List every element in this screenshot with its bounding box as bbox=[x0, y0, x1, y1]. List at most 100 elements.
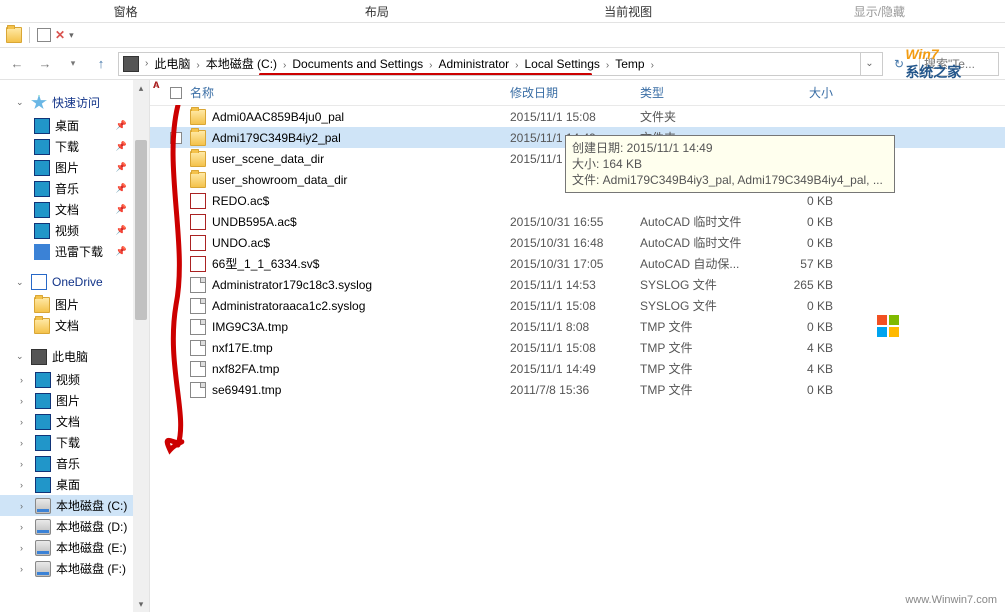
up-button[interactable]: ↑ bbox=[90, 53, 112, 75]
history-dropdown-icon[interactable]: ▾ bbox=[62, 53, 84, 75]
back-button[interactable]: ← bbox=[6, 53, 28, 75]
sidebar-item[interactable]: ›本地磁盘 (C:) bbox=[0, 495, 149, 516]
sidebar-item-label: 图片 bbox=[56, 392, 80, 409]
sidebar-item[interactable]: ›音乐 bbox=[0, 453, 149, 474]
chevron-right-icon[interactable]: › bbox=[141, 58, 152, 69]
app-folder-icon[interactable] bbox=[6, 27, 22, 43]
sidebar-item[interactable]: › 本地磁盘 (D:) bbox=[0, 516, 149, 537]
pc-icon bbox=[123, 56, 139, 72]
sidebar-item-label: 文档 bbox=[56, 413, 80, 430]
file-name: Administrator179c18c3.syslog bbox=[212, 278, 372, 292]
breadcrumb-item[interactable]: 此电脑 bbox=[152, 57, 192, 71]
sidebar-item[interactable]: 桌面📌 bbox=[0, 115, 149, 136]
sidebar-item-label: 下载 bbox=[56, 434, 80, 451]
close-icon[interactable]: ✕ bbox=[55, 28, 65, 42]
sidebar-item[interactable]: ›桌面 bbox=[0, 474, 149, 495]
file-size: 0 KB bbox=[765, 383, 845, 397]
chevron-right-icon[interactable]: › bbox=[20, 480, 30, 490]
chevron-right-icon[interactable]: › bbox=[20, 564, 30, 574]
sidebar-item[interactable]: 图片📌 bbox=[0, 157, 149, 178]
sidebar-scrollbar[interactable]: ▴ ▾ bbox=[133, 80, 149, 612]
breadcrumb-item[interactable]: 本地磁盘 (C:) bbox=[204, 57, 279, 71]
file-date: 2015/10/31 16:48 bbox=[510, 236, 640, 250]
chevron-right-icon[interactable]: › bbox=[20, 417, 30, 427]
file-type: TMP 文件 bbox=[640, 339, 765, 356]
sidebar-item[interactable]: 文档 bbox=[0, 315, 149, 336]
breadcrumb-item[interactable]: Temp bbox=[613, 57, 646, 71]
sidebar-item-label: 文档 bbox=[55, 201, 79, 218]
sidebar-quick-access-label: 快速访问 bbox=[52, 94, 100, 111]
column-header-date[interactable]: 修改日期 bbox=[510, 84, 640, 101]
chevron-right-icon[interactable]: › bbox=[20, 375, 30, 385]
file-date: 2011/7/8 15:36 bbox=[510, 383, 640, 397]
sidebar-item[interactable]: › 图片 bbox=[0, 390, 149, 411]
sidebar-item[interactable]: 迅雷下载📌 bbox=[0, 241, 149, 262]
column-header-type[interactable]: 类型 bbox=[640, 84, 765, 101]
file-name: user_showroom_data_dir bbox=[212, 173, 347, 187]
file-name: Administratoraaca1c2.syslog bbox=[212, 299, 365, 313]
scroll-down-icon[interactable]: ▾ bbox=[133, 596, 149, 612]
sidebar-item[interactable]: ›本地磁盘 (F:) bbox=[0, 558, 149, 579]
tab-panes[interactable]: 窗格 bbox=[0, 3, 251, 20]
tab-current-view[interactable]: 当前视图 bbox=[503, 3, 754, 20]
chevron-right-icon[interactable]: › bbox=[511, 60, 522, 71]
file-date: 2015/10/31 16:55 bbox=[510, 215, 640, 229]
sidebar-item[interactable]: 图片 bbox=[0, 294, 149, 315]
folder-icon bbox=[190, 151, 206, 167]
sidebar-item[interactable]: › 下载 bbox=[0, 432, 149, 453]
scrollbar-thumb[interactable] bbox=[135, 140, 147, 320]
sidebar-item[interactable]: 视频📌 bbox=[0, 220, 149, 241]
watermark: Win7系统之家 www.Winwin7.com bbox=[875, 46, 997, 606]
breadcrumb-item[interactable]: Administrator bbox=[436, 57, 511, 71]
sidebar-item-label: 本地磁盘 (E:) bbox=[56, 539, 127, 556]
sidebar-this-pc[interactable]: ⌄ 此电脑 bbox=[0, 344, 149, 369]
column-header-name[interactable]: 名称 bbox=[190, 84, 510, 101]
forward-button[interactable]: → bbox=[34, 53, 56, 75]
breadcrumb-item[interactable]: Local Settings bbox=[523, 57, 602, 71]
chevron-right-icon[interactable]: › bbox=[279, 60, 290, 71]
row-checkbox[interactable] bbox=[170, 132, 182, 144]
chevron-right-icon[interactable]: › bbox=[20, 438, 30, 448]
qat-button-1[interactable] bbox=[37, 28, 51, 42]
chevron-right-icon[interactable]: › bbox=[425, 60, 436, 71]
chevron-down-icon[interactable]: ⌄ bbox=[16, 97, 26, 108]
tab-layout[interactable]: 布局 bbox=[251, 3, 502, 20]
chevron-down-icon[interactable]: ⌄ bbox=[16, 277, 26, 288]
sidebar-item[interactable]: ›视频 bbox=[0, 369, 149, 390]
acad-icon bbox=[190, 256, 206, 272]
sidebar-item-label: 本地磁盘 (D:) bbox=[56, 518, 127, 535]
select-all-checkbox[interactable] bbox=[170, 87, 182, 99]
file-date: 2015/11/1 15:08 bbox=[510, 299, 640, 313]
sidebar-onedrive[interactable]: ⌄ OneDrive bbox=[0, 270, 149, 294]
file-name: user_scene_data_dir bbox=[212, 152, 324, 166]
pin-icon: 📌 bbox=[116, 204, 127, 215]
sidebar-item[interactable]: › 本地磁盘 (E:) bbox=[0, 537, 149, 558]
tab-show-hide[interactable]: 显示/隐藏 bbox=[754, 3, 1005, 20]
sidebar-item[interactable]: 下载📌 bbox=[0, 136, 149, 157]
sidebar-item-label: 桌面 bbox=[55, 117, 79, 134]
column-header-size[interactable]: 大小 bbox=[765, 84, 845, 101]
sidebar-quick-access[interactable]: ⌄ 快速访问 bbox=[0, 90, 149, 115]
file-size: 265 KB bbox=[765, 278, 845, 292]
disk-icon bbox=[35, 519, 51, 535]
breadcrumb-bar[interactable]: › 此电脑›本地磁盘 (C:)›Documents and Settings›A… bbox=[118, 52, 883, 76]
music-icon bbox=[35, 456, 51, 472]
chevron-right-icon[interactable]: › bbox=[20, 543, 30, 553]
file-type: SYSLOG 文件 bbox=[640, 297, 765, 314]
chevron-right-icon[interactable]: › bbox=[20, 501, 30, 511]
chevron-right-icon[interactable]: › bbox=[20, 459, 30, 469]
sidebar-item[interactable]: 音乐📌 bbox=[0, 178, 149, 199]
sidebar-item[interactable]: › 文档 bbox=[0, 411, 149, 432]
chevron-right-icon[interactable]: › bbox=[20, 396, 30, 406]
chevron-right-icon[interactable]: › bbox=[192, 60, 203, 71]
breadcrumb-item[interactable]: Documents and Settings bbox=[290, 57, 425, 71]
chevron-right-icon[interactable]: › bbox=[647, 60, 658, 71]
sidebar-item[interactable]: 文档 📌 bbox=[0, 199, 149, 220]
chevron-right-icon[interactable]: › bbox=[602, 60, 613, 71]
file-type: SYSLOG 文件 bbox=[640, 276, 765, 293]
file-date: 2015/10/31 17:05 bbox=[510, 257, 640, 271]
chevron-down-icon[interactable]: ⌄ bbox=[16, 351, 26, 362]
scroll-up-icon[interactable]: ▴ bbox=[133, 80, 149, 96]
qat-dropdown-icon[interactable]: ▾ bbox=[69, 30, 74, 41]
chevron-right-icon[interactable]: › bbox=[20, 522, 30, 532]
